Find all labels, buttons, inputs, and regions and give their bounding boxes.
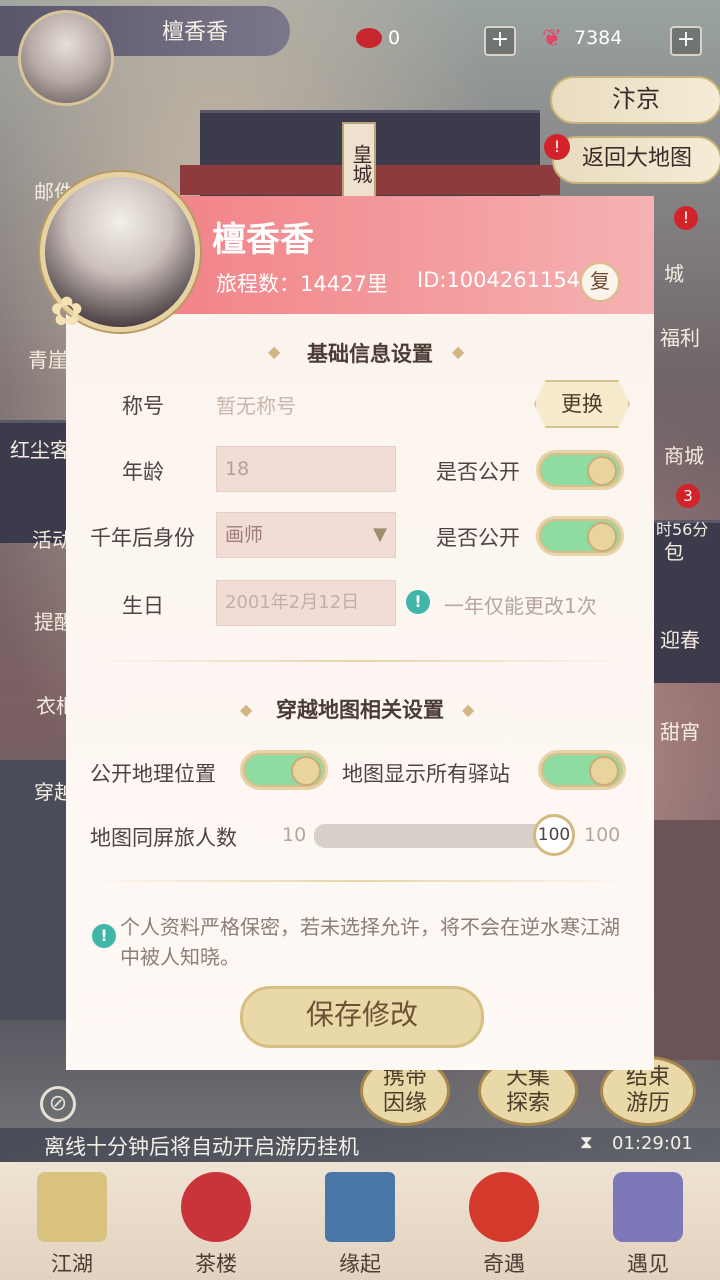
diamond-icon: ◆ <box>268 342 281 361</box>
map-scroll-icon <box>37 1172 107 1242</box>
identity-public-label: 是否公开 <box>436 526 520 550</box>
privacy-note: 个人资料严格保密，若未选择允许，将不会在逆水寒江湖中被人知晓。 <box>120 915 620 969</box>
toggle-knob <box>587 522 617 552</box>
journey-distance: 旅程数：14427里 <box>216 272 388 296</box>
butterfly-count: 7384 <box>574 27 623 49</box>
nav-jianghu[interactable]: 江湖 <box>0 1162 144 1280</box>
red-bean-icon <box>356 28 382 48</box>
birthday-label: 生日 <box>122 594 164 618</box>
nav-label: 奇遇 <box>483 1252 525 1276</box>
travelers-slider[interactable] <box>314 824 556 848</box>
crystal-icon <box>613 1172 683 1242</box>
welfare-label[interactable]: 福利 <box>660 322 700 351</box>
redpack-label[interactable]: 包 <box>664 536 684 565</box>
identity-label: 千年后身份 <box>90 526 195 550</box>
birthday-note: 一年仅能更改1次 <box>444 594 597 618</box>
toggle-knob <box>587 456 617 486</box>
afk-timer: 01:29:01 <box>612 1133 693 1154</box>
nav-label: 遇见 <box>627 1252 669 1276</box>
back-map-alert-badge: ! <box>544 134 570 160</box>
diamond-icon: ◆ <box>462 700 475 719</box>
add-butterflies-button[interactable]: + <box>670 26 702 56</box>
offline-notice: 离线十分钟后将自动开启游历挂机 <box>44 1135 359 1159</box>
identity-value: 画师 <box>225 524 264 546</box>
nav-label: 缘起 <box>339 1252 381 1276</box>
spring-label[interactable]: 迎春 <box>660 624 700 653</box>
bean-count: 0 <box>388 27 401 49</box>
section-divider <box>90 660 630 662</box>
nav-label: 江湖 <box>51 1252 93 1276</box>
identity-select[interactable]: 画师 ▼ <box>216 512 396 558</box>
butterfly-icon: ❦ <box>542 24 563 52</box>
toggle-knob <box>291 756 321 786</box>
diamond-icon: ◆ <box>452 342 465 361</box>
copy-id-button[interactable]: 复 <box>580 262 620 302</box>
change-title-button[interactable]: 更换 <box>534 380 630 428</box>
title-value: 暂无称号 <box>216 394 296 418</box>
shop-label[interactable]: 商城 <box>664 440 704 469</box>
age-public-toggle[interactable] <box>536 450 624 490</box>
save-button[interactable]: 保存修改 <box>240 986 484 1048</box>
inn-label[interactable]: 红尘客 <box>10 434 70 463</box>
player-avatar[interactable] <box>18 10 114 106</box>
nav-teahouse[interactable]: 茶楼 <box>144 1162 288 1280</box>
birthday-field[interactable]: 2001年2月12日 <box>216 580 396 626</box>
book-icon <box>325 1172 395 1242</box>
nav-label: 茶楼 <box>195 1252 237 1276</box>
basic-info-title: 基础信息设置 <box>307 341 433 366</box>
stations-toggle[interactable] <box>538 750 626 790</box>
sweet-label[interactable]: 甜宵 <box>660 716 700 745</box>
slider-max: 100 <box>584 824 621 846</box>
stations-label: 地图显示所有驿站 <box>342 762 510 786</box>
maple-leaf-icon <box>469 1172 539 1242</box>
add-beans-button[interactable]: + <box>484 26 516 56</box>
title-label: 称号 <box>122 394 164 418</box>
flower-icon: ✿ <box>50 289 84 335</box>
profile-username: 檀香香 <box>212 220 314 260</box>
city-label[interactable]: 城 <box>664 258 684 287</box>
nav-origin[interactable]: 缘起 <box>288 1162 432 1280</box>
teacup-icon <box>181 1172 251 1242</box>
back-to-map-button[interactable]: 返回大地图 <box>552 136 720 184</box>
nav-meet[interactable]: 遇见 <box>576 1162 720 1280</box>
diamond-icon: ◆ <box>240 700 253 719</box>
right-city-block <box>654 820 720 1060</box>
identity-public-toggle[interactable] <box>536 516 624 556</box>
slider-fill <box>315 825 555 847</box>
age-label: 年龄 <box>122 460 164 484</box>
nav-encounter[interactable]: 奇遇 <box>432 1162 576 1280</box>
palace-label[interactable]: 皇城 <box>342 122 376 206</box>
slider-handle[interactable]: 100 <box>533 814 575 856</box>
cliff-label[interactable]: 青崖 <box>28 344 68 373</box>
player-id: ID:1004261154 <box>417 268 581 292</box>
location-button[interactable]: 汴京 <box>550 76 720 124</box>
redpack-badge: 3 <box>676 484 700 508</box>
map-settings-title: 穿越地图相关设置 <box>276 697 444 722</box>
alert-badge: ! <box>674 206 698 230</box>
info-icon: ! <box>406 590 430 614</box>
geo-public-toggle[interactable] <box>240 750 328 790</box>
slider-min: 10 <box>282 824 307 846</box>
player-name: 檀香香 <box>161 20 228 45</box>
section-divider <box>90 880 630 882</box>
no-entry-icon[interactable]: ⊘ <box>40 1086 76 1122</box>
age-public-label: 是否公开 <box>436 460 520 484</box>
hourglass-icon: ⧗ <box>580 1132 593 1153</box>
travelers-label: 地图同屏旅人数 <box>90 826 237 850</box>
toggle-knob <box>589 756 619 786</box>
info-icon: ! <box>92 924 116 948</box>
geo-label: 公开地理位置 <box>90 762 216 786</box>
chevron-down-icon: ▼ <box>373 524 387 545</box>
age-field[interactable]: 18 <box>216 446 396 492</box>
